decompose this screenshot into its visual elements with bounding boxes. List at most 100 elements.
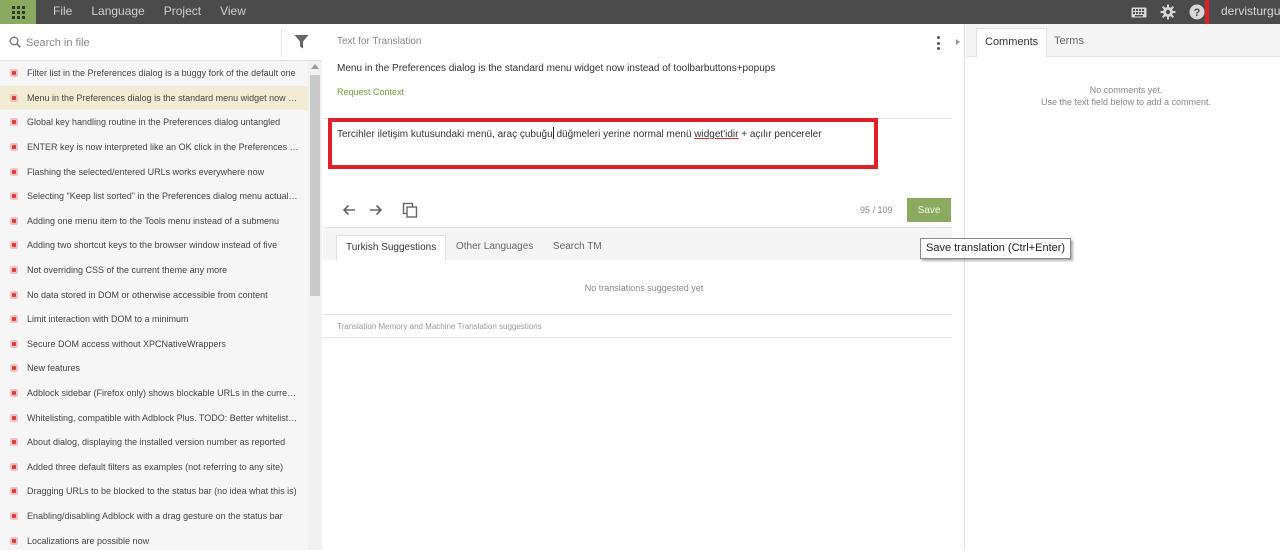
- search-icon: [9, 36, 21, 51]
- list-item-label: Localizations are possible now: [27, 535, 150, 546]
- list-item[interactable]: Added three default filters as examples …: [0, 455, 308, 480]
- missing-status-icon: [10, 364, 18, 373]
- missing-status-icon: [10, 266, 18, 275]
- menu-view[interactable]: View: [220, 0, 246, 24]
- list-item[interactable]: New features: [0, 356, 308, 381]
- list-item-label: Added three default filters as examples …: [27, 461, 284, 472]
- character-counter: 95 / 109: [860, 205, 893, 215]
- list-item[interactable]: Whitelisting, compatible with Adblock Pl…: [0, 405, 308, 430]
- missing-status-icon: [10, 241, 18, 250]
- menu-language[interactable]: Language: [91, 0, 144, 24]
- list-item-label: ENTER key is now interpreted like an OK …: [27, 142, 299, 153]
- more-options-icon[interactable]: [935, 36, 941, 50]
- missing-status-icon: [10, 339, 18, 348]
- menu-project[interactable]: Project: [164, 0, 201, 24]
- comments-panel: Comments Terms No comments yet. Use the …: [966, 24, 1280, 550]
- translation-highlight-box: [328, 118, 878, 169]
- menu-file[interactable]: File: [53, 0, 72, 24]
- list-item-label: New features: [27, 363, 81, 374]
- list-item-label: Global key handling routine in the Prefe…: [27, 117, 281, 128]
- missing-status-icon: [10, 167, 18, 176]
- apps-grid-button[interactable]: [0, 0, 36, 24]
- gear-icon[interactable]: [1159, 3, 1177, 21]
- list-item[interactable]: Limit interaction with DOM to a minimum: [0, 307, 308, 332]
- list-item-label: Filter list in the Preferences dialog is…: [27, 68, 296, 79]
- search-input[interactable]: [26, 33, 276, 53]
- copy-source-icon[interactable]: [402, 202, 418, 218]
- no-suggestions-message: No translations suggested yet: [584, 283, 704, 293]
- list-item-label: Secure DOM access without XPCNativeWrapp…: [27, 338, 226, 349]
- list-item-label: Whitelisting, compatible with Adblock Pl…: [27, 412, 299, 423]
- missing-status-icon: [10, 462, 18, 471]
- save-button[interactable]: Save: [907, 198, 951, 222]
- list-scrollbar[interactable]: [308, 61, 322, 550]
- main-menu: File Language Project View: [53, 0, 265, 24]
- list-item[interactable]: Localizations are possible now: [0, 528, 308, 553]
- tab-comments[interactable]: Comments: [976, 28, 1048, 57]
- string-list: Filter list in the Preferences dialog is…: [0, 61, 308, 553]
- no-comments-line: No comments yet.: [1089, 85, 1163, 95]
- list-item[interactable]: About dialog, displaying the installed v…: [0, 430, 308, 455]
- editor-header: Text for Translation: [323, 24, 965, 61]
- scroll-thumb[interactable]: [310, 75, 320, 296]
- list-item-label: Dragging URLs to be blocked to the statu…: [27, 486, 297, 497]
- list-item-label: Enabling/disabling Adblock with a drag g…: [27, 510, 283, 521]
- tab-terms[interactable]: Terms: [1046, 28, 1092, 57]
- filter-icon[interactable]: [294, 34, 309, 53]
- string-list-panel: Filter list in the Preferences dialog is…: [0, 24, 322, 550]
- keyboard-icon[interactable]: [1130, 3, 1148, 21]
- list-item[interactable]: Selecting "Keep list sorted" in the Pref…: [0, 184, 308, 209]
- help-icon[interactable]: ?: [1188, 3, 1206, 21]
- list-item[interactable]: Adblock sidebar (Firefox only) shows blo…: [0, 381, 308, 406]
- next-arrow-icon[interactable]: [368, 202, 384, 218]
- comments-tabs: Comments Terms: [966, 24, 1280, 57]
- panel-collapse-bar: [952, 24, 965, 550]
- missing-status-icon: [10, 487, 18, 496]
- top-bar: File Language Project View ? dervisturgu…: [0, 0, 1280, 24]
- previous-arrow-icon[interactable]: [341, 202, 357, 218]
- scroll-up-arrow[interactable]: [311, 64, 319, 69]
- source-string: Menu in the Preferences dialog is the st…: [337, 63, 776, 74]
- list-item-label: Adblock sidebar (Firefox only) shows blo…: [27, 388, 299, 399]
- no-comments-message: No comments yet. Use the text field belo…: [966, 84, 1280, 108]
- list-item-label: Limit interaction with DOM to a minimum: [27, 314, 189, 325]
- tab-turkish-suggestions[interactable]: Turkish Suggestions: [336, 235, 447, 261]
- missing-status-icon: [10, 216, 18, 225]
- save-tooltip: Save translation (Ctrl+Enter): [920, 238, 1072, 259]
- missing-status-icon: [10, 93, 18, 102]
- list-item[interactable]: No data stored in DOM or otherwise acces…: [0, 282, 308, 307]
- editor-panel: Text for Translation Menu in the Prefere…: [323, 24, 965, 550]
- divider: [323, 337, 965, 338]
- list-item[interactable]: Secure DOM access without XPCNativeWrapp…: [0, 332, 308, 357]
- suggestion-tabs: Turkish Suggestions Other Languages Sear…: [323, 227, 965, 261]
- tab-search-tm[interactable]: Search TM: [544, 235, 611, 261]
- divider: [323, 314, 965, 315]
- list-item-label: Selecting "Keep list sorted" in the Pref…: [27, 191, 299, 202]
- list-item[interactable]: Enabling/disabling Adblock with a drag g…: [0, 504, 308, 529]
- list-item[interactable]: Adding one menu item to the Tools menu i…: [0, 209, 308, 234]
- collapse-arrow-icon[interactable]: [956, 39, 960, 45]
- tm-note: Translation Memory and Machine Translati…: [337, 322, 542, 331]
- list-item[interactable]: Global key handling routine in the Prefe…: [0, 110, 308, 135]
- list-item[interactable]: Filter list in the Preferences dialog is…: [0, 61, 308, 86]
- list-item[interactable]: Not overriding CSS of the current theme …: [0, 258, 308, 283]
- missing-status-icon: [10, 413, 18, 422]
- list-item[interactable]: Menu in the Preferences dialog is the st…: [0, 85, 308, 111]
- missing-status-icon: [10, 389, 18, 398]
- missing-status-icon: [10, 511, 18, 520]
- tab-other-languages[interactable]: Other Languages: [447, 235, 542, 261]
- list-item[interactable]: ENTER key is now interpreted like an OK …: [0, 135, 308, 160]
- list-item[interactable]: Adding two shortcut keys to the browser …: [0, 233, 308, 258]
- list-item-label: No data stored in DOM or otherwise acces…: [27, 289, 268, 300]
- missing-status-icon: [10, 69, 18, 78]
- missing-status-icon: [10, 536, 18, 545]
- list-item-label: Menu in the Preferences dialog is the st…: [27, 92, 299, 103]
- list-item-label: Adding one menu item to the Tools menu i…: [27, 215, 279, 226]
- list-item[interactable]: Dragging URLs to be blocked to the statu…: [0, 479, 308, 504]
- apps-grid-icon: [11, 5, 25, 19]
- missing-status-icon: [10, 143, 18, 152]
- request-context-link[interactable]: Request Context: [337, 87, 404, 97]
- list-item-label: Not overriding CSS of the current theme …: [27, 265, 228, 276]
- missing-status-icon: [10, 315, 18, 324]
- list-item[interactable]: Flashing the selected/entered URLs works…: [0, 159, 308, 184]
